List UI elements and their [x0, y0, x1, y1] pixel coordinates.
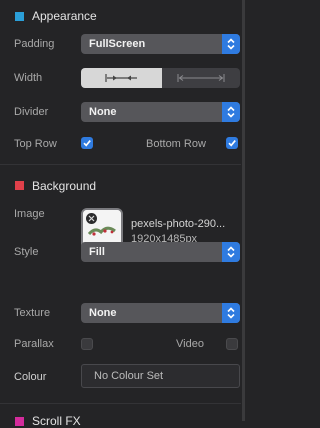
- style-select[interactable]: Fill: [81, 242, 240, 262]
- section-divider: [0, 403, 241, 404]
- contained-width-icon: [104, 74, 137, 82]
- chevron-up-down-icon: [222, 34, 240, 54]
- width-contained-option[interactable]: [81, 68, 162, 88]
- divider-select-value: None: [89, 106, 117, 118]
- parallax-label: Parallax: [14, 338, 54, 350]
- checkmark-icon: [228, 140, 236, 147]
- texture-label: Texture: [14, 307, 51, 319]
- top-row-label: Top Row: [14, 138, 57, 150]
- padding-select-value: FullScreen: [89, 38, 146, 50]
- bottom-row-label: Bottom Row: [146, 138, 206, 150]
- chevron-up-down-icon: [222, 242, 240, 262]
- top-row-checkbox[interactable]: [81, 137, 93, 149]
- padding-select[interactable]: FullScreen: [81, 34, 240, 54]
- width-label: Width: [14, 72, 43, 84]
- background-section-title: Background: [32, 179, 97, 193]
- full-width-icon: [177, 74, 225, 82]
- parallax-checkbox[interactable]: [81, 338, 93, 350]
- texture-select[interactable]: None: [81, 303, 240, 323]
- scroll-fx-section-title: Scroll FX: [32, 414, 81, 428]
- video-checkbox[interactable]: [226, 338, 238, 350]
- chevron-up-down-icon: [222, 102, 240, 122]
- bottom-row-checkbox[interactable]: [226, 137, 238, 149]
- padding-label: Padding: [14, 38, 55, 50]
- width-fullwidth-option[interactable]: [162, 68, 240, 88]
- scroll-fx-section-icon: [15, 417, 24, 426]
- chevron-up-down-icon: [222, 303, 240, 323]
- image-label: Image: [14, 208, 45, 220]
- style-label: Style: [14, 246, 39, 258]
- texture-select-value: None: [89, 307, 117, 319]
- colour-label: Colour: [14, 371, 47, 383]
- divider-select[interactable]: None: [81, 102, 240, 122]
- appearance-section-title: Appearance: [32, 9, 97, 23]
- colour-picker-field[interactable]: No Colour Set: [81, 364, 240, 388]
- width-segmented-control[interactable]: [81, 68, 240, 88]
- style-select-value: Fill: [89, 246, 105, 258]
- background-section-icon: [15, 181, 24, 190]
- divider-label: Divider: [14, 106, 49, 118]
- checkmark-icon: [83, 140, 91, 147]
- panel-scrollbar[interactable]: [242, 0, 245, 421]
- appearance-section-icon: [15, 12, 24, 21]
- video-label: Video: [176, 338, 204, 350]
- section-divider: [0, 164, 241, 165]
- remove-image-icon[interactable]: [86, 213, 97, 224]
- image-filename: pexels-photo-290...: [131, 218, 226, 230]
